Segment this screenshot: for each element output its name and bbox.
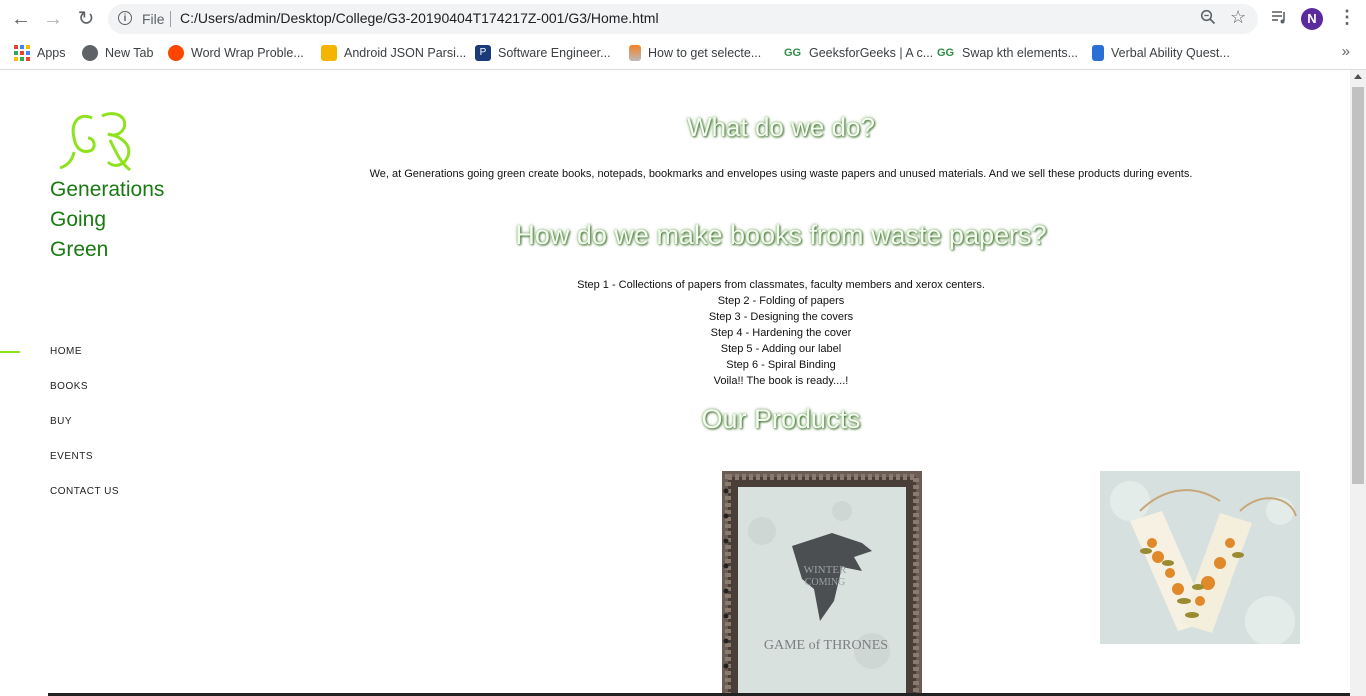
bookmark-item[interactable]: Word Wrap Proble... xyxy=(168,43,304,63)
p-icon: P xyxy=(475,44,491,61)
url-text[interactable]: C:/Users/admin/Desktop/College/G3-201904… xyxy=(180,10,659,26)
nav-contact-us[interactable]: CONTACT US xyxy=(50,486,119,521)
bookmarks-overflow-icon[interactable]: » xyxy=(1342,43,1350,60)
brand-line: Generations xyxy=(50,178,165,201)
scrollbar-thumb[interactable] xyxy=(1352,87,1364,484)
browser-toolbar: ← → ↻ i File C:/Users/admin/Desktop/Coll… xyxy=(0,0,1366,38)
gfg-icon: GG xyxy=(784,46,802,59)
step-item: Voila!! The book is ready....! xyxy=(713,375,849,387)
file-label: File xyxy=(142,11,165,27)
bookmark-label: Software Engineer... xyxy=(498,46,611,60)
media-control-icon[interactable] xyxy=(1271,9,1287,25)
steps-list: Step 1 - Collections of papers from clas… xyxy=(212,277,1350,389)
heading-how-we-make-books: How do we make books from waste papers? xyxy=(515,220,1047,250)
bookmark-label: Android JSON Parsi... xyxy=(344,46,467,60)
step-item: Step 1 - Collections of papers from clas… xyxy=(577,279,985,291)
address-separator xyxy=(170,11,171,27)
bookmark-label: Swap kth elements... xyxy=(962,46,1079,60)
notebook-cover-text: COMING xyxy=(805,577,846,588)
bookmark-item[interactable]: P Software Engineer... xyxy=(475,43,611,63)
notebook-cover-title: GAME of THRONES xyxy=(764,638,888,653)
vertical-scrollbar[interactable] xyxy=(1350,70,1366,696)
gfg-icon: GG xyxy=(937,46,955,59)
bookmark-label: Verbal Ability Quest... xyxy=(1111,46,1230,60)
step-item: Step 6 - Spiral Binding xyxy=(726,359,836,371)
heading-our-products: Our Products xyxy=(701,404,861,434)
bookmark-item[interactable]: GG GeeksforGeeks | A c... xyxy=(784,43,933,63)
stackoverflow-icon xyxy=(629,44,641,61)
back-icon[interactable]: ← xyxy=(9,7,33,31)
info-icon[interactable]: i xyxy=(118,11,132,25)
bookmark-label: Apps xyxy=(37,46,66,60)
reload-icon[interactable]: ↻ xyxy=(74,7,98,31)
bookmark-item[interactable]: Android JSON Parsi... xyxy=(321,43,466,63)
bookmark-apps[interactable]: Apps xyxy=(14,43,66,63)
brand-line: Green xyxy=(50,238,109,261)
bookmark-label: Word Wrap Proble... xyxy=(191,46,304,60)
bookmark-label: How to get selecte... xyxy=(648,46,762,60)
intro-paragraph: We, at Generations going green create bo… xyxy=(369,168,1193,180)
bookmarks-bar: Apps New Tab Word Wrap Proble... Android… xyxy=(0,38,1366,70)
profile-avatar[interactable]: N xyxy=(1301,8,1323,30)
step-item: Step 2 - Folding of papers xyxy=(717,295,845,307)
notebook-cover-text: WINTER xyxy=(804,564,847,576)
product-image-bookmarks xyxy=(1100,471,1300,644)
reddit-icon xyxy=(168,44,184,61)
apps-grid-icon xyxy=(14,44,30,61)
web-page: Generations Going Green HOME BOOKS BUY E… xyxy=(0,70,1350,696)
step-item: Step 5 - Adding our label xyxy=(720,343,842,355)
indiabix-icon xyxy=(1092,44,1104,61)
menu-kebab-icon[interactable]: ⋮ xyxy=(1338,7,1356,28)
bookmark-item[interactable]: Verbal Ability Quest... xyxy=(1092,43,1230,63)
nav-books[interactable]: BOOKS xyxy=(50,381,119,416)
step-item: Step 4 - Hardening the cover xyxy=(710,327,852,339)
globe-icon xyxy=(82,44,98,61)
brand-name: Generations Going Green xyxy=(50,175,164,265)
site-nav: HOME BOOKS BUY EVENTS CONTACT US xyxy=(50,346,119,521)
product-image-notebook: WINTER COMING GAME of THRONES xyxy=(722,471,922,696)
step-item: Step 3 - Designing the covers xyxy=(708,311,854,323)
bookmark-item[interactable]: How to get selecte... xyxy=(629,43,761,63)
android-json-icon xyxy=(321,44,337,61)
bookmark-item[interactable]: New Tab xyxy=(82,43,153,63)
bookmark-label: GeeksforGeeks | A c... xyxy=(809,46,934,60)
address-bar[interactable]: i File C:/Users/admin/Desktop/College/G3… xyxy=(108,4,1258,34)
bookmark-star-icon[interactable]: ☆ xyxy=(1230,7,1246,28)
bookmark-item[interactable]: GG Swap kth elements... xyxy=(937,43,1078,63)
nav-home[interactable]: HOME xyxy=(50,346,119,381)
forward-icon[interactable]: → xyxy=(41,7,65,31)
zoom-icon[interactable] xyxy=(1200,9,1216,25)
scroll-up-arrow-icon[interactable] xyxy=(1354,74,1362,79)
g3-logo-icon xyxy=(59,112,131,172)
nav-events[interactable]: EVENTS xyxy=(50,451,119,486)
nav-buy[interactable]: BUY xyxy=(50,416,119,451)
heading-what-we-do: What do we do? xyxy=(687,112,875,142)
bookmark-label: New Tab xyxy=(105,46,154,60)
brand-line: Going xyxy=(50,208,107,231)
active-nav-marker xyxy=(0,351,20,353)
